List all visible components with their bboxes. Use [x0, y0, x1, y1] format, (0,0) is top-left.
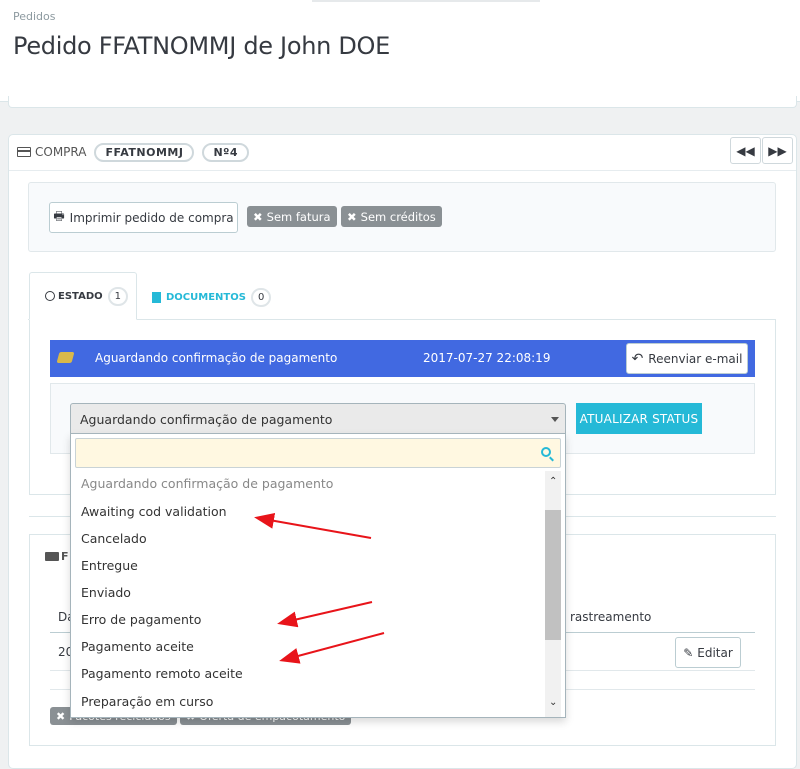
arrow-annotation: [279, 632, 385, 664]
arrow-annotation: [254, 512, 372, 539]
arrow-annotation: [277, 601, 373, 628]
annotation-arrows: [254, 512, 385, 664]
